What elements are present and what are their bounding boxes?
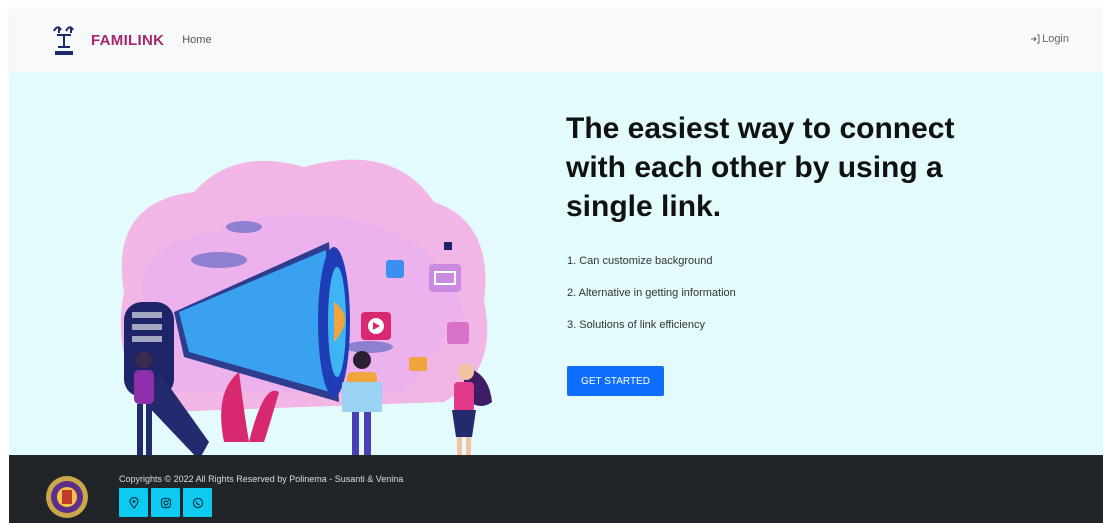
familink-logo-icon — [53, 26, 74, 55]
location-button[interactable] — [119, 488, 148, 517]
feature-item: 1. Can customize background — [567, 255, 713, 267]
hero-section: The easiest way to connect with each oth… — [9, 72, 1103, 467]
social-links — [119, 488, 212, 517]
location-icon — [128, 496, 139, 509]
instagram-icon — [160, 497, 171, 508]
hero-title: The easiest way to connect with each oth… — [566, 112, 955, 223]
nav-home-link[interactable]: Home — [182, 34, 211, 46]
feature-item: 3. Solutions of link efficiency — [567, 319, 705, 331]
instagram-button[interactable] — [151, 488, 180, 517]
brand-name: FAMILINK — [91, 31, 165, 49]
copyright-text: Copyrights © 2022 All Rights Reserved by… — [119, 474, 404, 484]
brand-link[interactable]: FAMILINK — [49, 22, 164, 58]
login-label: Login — [1042, 33, 1069, 45]
login-arrow-icon — [1031, 34, 1040, 44]
feature-list: 1. Can customize background 2. Alternati… — [567, 254, 736, 350]
megaphone-marketing-illustration — [120, 159, 492, 467]
footer: Copyrights © 2022 All Rights Reserved by… — [9, 455, 1103, 523]
navbar: FAMILINK Home Login — [9, 8, 1103, 72]
get-started-button[interactable]: GET STARTED — [567, 366, 664, 396]
login-link[interactable]: Login — [1030, 33, 1069, 45]
polinema-seal-icon — [46, 476, 88, 518]
whatsapp-button[interactable] — [183, 488, 212, 517]
whatsapp-icon — [192, 497, 203, 508]
feature-item: 2. Alternative in getting information — [567, 287, 736, 299]
